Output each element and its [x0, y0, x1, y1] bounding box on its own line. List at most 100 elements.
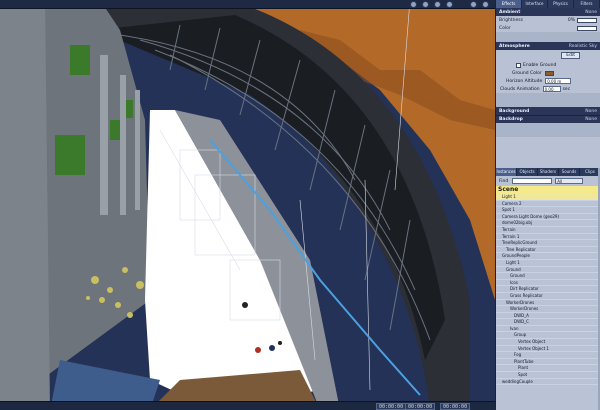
tree-item-label: Vertex Object: [518, 339, 546, 345]
tree-item-label: weddingCouple: [502, 378, 533, 384]
tree-item-label: DWD_A: [514, 312, 529, 318]
tree-item[interactable]: DWD_A: [496, 313, 600, 320]
background-label: Background: [499, 108, 530, 114]
zoom-camera-icon[interactable]: [434, 1, 441, 8]
tab-objects[interactable]: Objects: [517, 168, 538, 176]
brightness-slider[interactable]: [577, 17, 597, 23]
atmosphere-label: Atmosphere: [499, 43, 530, 49]
tree-item[interactable]: Vertex Object: [496, 339, 600, 346]
tree-item[interactable]: Ivan: [496, 326, 600, 333]
move-camera-icon[interactable]: [410, 1, 417, 8]
tree-item-label: WorkerDrones: [510, 306, 539, 312]
tree-item[interactable]: Icos: [496, 280, 600, 287]
brightness-value[interactable]: 0%: [568, 18, 575, 23]
tree-item[interactable]: Spot 1: [496, 207, 600, 214]
backdrop-header[interactable]: Backdrop None: [496, 115, 600, 123]
tree-item[interactable]: Camera Light Dome (geo29): [496, 214, 600, 221]
timecode-end[interactable]: 00:00:00: [440, 403, 471, 410]
tree-item-label: Grass Replicator: [510, 292, 543, 298]
horizon-row: Horizon Altitude 0.00 m: [496, 77, 600, 85]
tree-item[interactable]: PlantTube: [496, 359, 600, 366]
tree-item[interactable]: Grass Replicator: [496, 293, 600, 300]
tree-item-label: Icos: [510, 279, 518, 285]
tree-item[interactable]: Ground: [496, 273, 600, 280]
background-value[interactable]: None: [585, 109, 597, 114]
tab-physics[interactable]: Physics: [548, 0, 574, 8]
tree-item[interactable]: TreeReplicGround: [496, 240, 600, 247]
color-label: Color: [499, 25, 511, 31]
timecode-current[interactable]: 00:00:00: [376, 403, 407, 410]
tree-item[interactable]: Light 1: [496, 260, 600, 267]
ground-color-swatch[interactable]: [544, 70, 554, 76]
clouds-row: Clouds Animation 0.00 sec: [496, 85, 600, 93]
tree-item-label: Camera Light Dome (geo29): [502, 213, 560, 219]
brightness-row: Brightness 0%: [496, 16, 600, 24]
tree-item-label: WorkerDrones: [506, 299, 535, 305]
tree-item[interactable]: Vertex Object 1: [496, 346, 600, 353]
3d-viewport[interactable]: 00:00:00 00:00:00 00:00:00: [0, 0, 495, 410]
find-input[interactable]: [512, 178, 553, 184]
tab-effects[interactable]: Effects: [496, 0, 522, 8]
tree-item-label: dome02big.obj: [502, 220, 532, 226]
tab-instances[interactable]: Instances: [496, 168, 517, 176]
tree-item-label: Ivan: [510, 325, 519, 331]
tree-item-label: PlantTube: [514, 358, 534, 364]
backdrop-value[interactable]: None: [585, 117, 597, 122]
tree-item[interactable]: WorkerDrones: [496, 300, 600, 307]
tree-item[interactable]: Group: [496, 332, 600, 340]
app-window: 00:00:00 00:00:00 00:00:00 Effects Inter…: [0, 0, 600, 410]
ambient-value[interactable]: None: [585, 10, 597, 15]
tree-item[interactable]: DWD_C: [496, 319, 600, 326]
background-header[interactable]: Background None: [496, 107, 600, 115]
enable-ground-checkbox[interactable]: [516, 62, 521, 68]
tree-item[interactable]: Tree Replicator: [496, 247, 600, 254]
tab-shaders[interactable]: Shaders: [538, 168, 559, 176]
tab-interface[interactable]: Interface: [522, 0, 548, 8]
left-facade: [0, 0, 50, 410]
tree-item[interactable]: WorkerDrones: [496, 306, 600, 313]
tree-item-label: Group: [514, 332, 527, 338]
ambient-header[interactable]: Ambient None: [496, 8, 600, 16]
timecode-start[interactable]: 00:00:00: [405, 403, 436, 410]
tree-item[interactable]: Fog: [496, 352, 600, 359]
horizon-field[interactable]: 0.00 m: [545, 78, 572, 84]
tree-item[interactable]: dome02big.obj: [496, 220, 600, 227]
tree-item[interactable]: Light 1: [496, 194, 600, 201]
horizon-label: Horizon Altitude: [506, 78, 543, 84]
color-swatch[interactable]: [577, 25, 597, 31]
tab-clips[interactable]: Clips: [580, 168, 600, 176]
tree-item[interactable]: Ground: [496, 267, 600, 274]
tree-item-label: Light 1: [506, 259, 520, 265]
tree-item-label: TreeReplicGround: [502, 240, 538, 246]
clouds-field[interactable]: 0.00: [542, 86, 561, 92]
enable-ground-label: Enable Ground: [523, 62, 557, 68]
settings-icon[interactable]: [482, 1, 489, 8]
atmosphere-value[interactable]: Realistic Sky: [569, 44, 597, 49]
tree-item[interactable]: GroundPeople: [496, 253, 600, 260]
tree-item[interactable]: Dirt Replicator: [496, 286, 600, 293]
tab-sounds[interactable]: Sounds: [559, 168, 580, 176]
tree-item-label: Tree Replicator: [506, 246, 536, 252]
tree-item-label: Ground: [510, 273, 525, 279]
tree-item-label: Terrain 1: [502, 233, 520, 239]
pan-camera-icon[interactable]: [446, 1, 453, 8]
tree-item[interactable]: Plant: [496, 365, 600, 373]
edit-button[interactable]: Edit: [561, 52, 580, 59]
tree-item[interactable]: Camera 2: [496, 201, 600, 208]
backdrop-label: Backdrop: [499, 117, 523, 122]
tree-item[interactable]: weddingCouple: [496, 379, 600, 386]
viewport-top-strip: [0, 0, 495, 9]
tab-filters[interactable]: Filters: [574, 0, 600, 8]
tree-item[interactable]: Spot: [496, 372, 600, 379]
rotate-camera-icon[interactable]: [422, 1, 429, 8]
color-row: Color: [496, 24, 600, 32]
tree-item-label: Plant: [518, 365, 529, 371]
render-icon[interactable]: [470, 1, 477, 8]
tree-tabs: Instances Objects Shaders Sounds Clips: [496, 168, 600, 176]
tree-item[interactable]: Terrain 1: [496, 234, 600, 241]
scene-render: [0, 0, 495, 410]
scene-root[interactable]: Scene: [496, 186, 600, 194]
atmosphere-header[interactable]: Atmosphere Realistic Sky: [496, 42, 600, 50]
tree-item[interactable]: Terrain: [496, 227, 600, 234]
find-mode-select[interactable]: All: [555, 178, 584, 184]
